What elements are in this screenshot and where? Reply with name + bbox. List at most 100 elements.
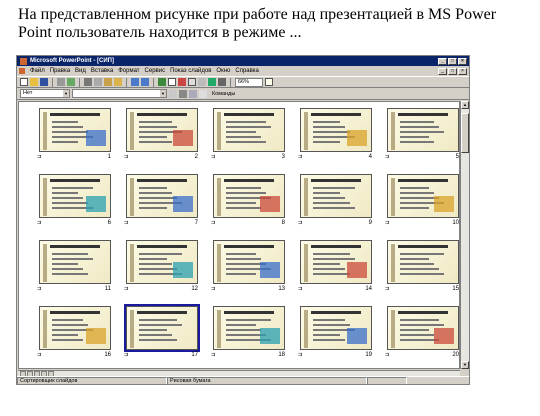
zoom-combo[interactable]: 66% bbox=[235, 77, 263, 87]
hyperlink-icon[interactable] bbox=[158, 78, 166, 86]
transition-icon: ⇉ bbox=[298, 154, 303, 160]
slide-number: 19 bbox=[365, 352, 372, 358]
save-icon[interactable] bbox=[40, 78, 48, 86]
print-icon[interactable] bbox=[57, 78, 65, 86]
menu-window[interactable]: Окно bbox=[216, 68, 230, 74]
doc-close-button[interactable]: × bbox=[458, 67, 467, 75]
slide-thumbnail[interactable] bbox=[39, 108, 111, 152]
transition-icon: ⇉ bbox=[298, 220, 303, 226]
maximize-button[interactable]: □ bbox=[448, 57, 457, 65]
transition-value: Нет bbox=[23, 90, 33, 96]
menu-insert[interactable]: Вставка bbox=[91, 68, 113, 74]
animation-dropdown[interactable]: ▼ bbox=[72, 89, 167, 98]
question-text: На представленном рисунке при работе над… bbox=[18, 6, 497, 41]
slide-thumbnail[interactable] bbox=[387, 240, 459, 284]
chart-icon[interactable] bbox=[178, 78, 186, 86]
transition-icon: ⇉ bbox=[211, 352, 216, 358]
new-icon[interactable] bbox=[20, 78, 28, 86]
slide-thumbnail[interactable] bbox=[39, 306, 111, 350]
slide-number: 18 bbox=[278, 352, 285, 358]
open-icon[interactable] bbox=[30, 78, 38, 86]
design-icon[interactable] bbox=[208, 78, 216, 86]
standard-toolbar: 66% bbox=[17, 76, 469, 88]
slide-number: 13 bbox=[278, 286, 285, 292]
chevron-down-icon: ▼ bbox=[63, 90, 69, 97]
slide-thumbnail[interactable] bbox=[39, 174, 111, 218]
notes-icon[interactable] bbox=[199, 89, 207, 98]
transition-icon: ⇉ bbox=[211, 286, 216, 292]
slide-thumbnail[interactable] bbox=[300, 306, 372, 350]
redo-icon[interactable] bbox=[141, 78, 149, 86]
slide-number: 12 bbox=[191, 286, 198, 292]
powerpoint-icon bbox=[20, 57, 27, 65]
undo-icon[interactable] bbox=[131, 78, 139, 86]
slide-thumbnail[interactable] bbox=[213, 174, 285, 218]
slide-thumbnail[interactable] bbox=[126, 174, 198, 218]
grayscale-icon[interactable] bbox=[218, 78, 226, 86]
transition-icon: ⇉ bbox=[385, 154, 390, 160]
transition-icon: ⇉ bbox=[124, 352, 129, 358]
copy-icon[interactable] bbox=[94, 78, 102, 86]
transition-icon: ⇉ bbox=[298, 286, 303, 292]
status-bar: Сортировщик слайдов Рисовая бумага bbox=[17, 376, 469, 384]
help-icon[interactable] bbox=[265, 78, 273, 86]
slide-thumbnail[interactable] bbox=[126, 108, 198, 152]
slide-number: 15 bbox=[452, 286, 459, 292]
slide-thumbnail[interactable] bbox=[387, 108, 459, 152]
document-icon[interactable] bbox=[19, 68, 25, 74]
slide-thumbnail[interactable] bbox=[126, 240, 198, 284]
menu-slideshow[interactable]: Показ слайдов bbox=[170, 68, 211, 74]
rehearse-timings-icon[interactable] bbox=[179, 89, 187, 98]
vertical-scrollbar[interactable]: ▲ ▼ bbox=[460, 101, 469, 369]
scroll-thumb[interactable] bbox=[461, 113, 469, 153]
slide-thumbnail[interactable] bbox=[300, 240, 372, 284]
slide-thumbnail[interactable] bbox=[213, 108, 285, 152]
layout-icon[interactable] bbox=[198, 78, 206, 86]
paste-icon[interactable] bbox=[104, 78, 112, 86]
cut-icon[interactable] bbox=[84, 78, 92, 86]
slide-sorter-toolbar: Нет ▼ ▼ Команды bbox=[17, 88, 469, 100]
slide-number: 3 bbox=[281, 154, 285, 160]
slide-thumbnail[interactable] bbox=[124, 304, 200, 352]
slide-thumbnail[interactable] bbox=[300, 108, 372, 152]
status-lang bbox=[367, 377, 407, 384]
slide-sorter-area[interactable]: ⇉ 1 ⇉ 2 ⇉ 3 ⇉ 4 ⇉ 5 ⇉ 6 ⇉ 7 ⇉ 8 ⇉ 9 ⇉ 10 ⇉ 11 ⇉ 12 ⇉ 13 ⇉ 14 ⇉ 15 ⇉ 16 ⇉… bbox=[18, 101, 460, 369]
slide-thumbnail[interactable] bbox=[300, 174, 372, 218]
transition-icon: ⇉ bbox=[37, 154, 42, 160]
format-painter-icon[interactable] bbox=[114, 78, 122, 86]
transition-icon: ⇉ bbox=[124, 154, 129, 160]
slide-thumbnail[interactable] bbox=[387, 174, 459, 218]
slide-thumbnail[interactable] bbox=[213, 240, 285, 284]
hide-slide-icon[interactable] bbox=[169, 89, 177, 98]
transition-dropdown[interactable]: Нет ▼ bbox=[20, 89, 70, 98]
scroll-up-icon[interactable]: ▲ bbox=[461, 101, 469, 109]
minimize-button[interactable]: _ bbox=[438, 57, 447, 65]
menu-view[interactable]: Вид bbox=[75, 68, 86, 74]
transition-icon: ⇉ bbox=[385, 220, 390, 226]
table-icon[interactable] bbox=[168, 78, 176, 86]
new-slide-icon[interactable] bbox=[188, 78, 196, 86]
summary-slide-icon[interactable] bbox=[189, 89, 197, 98]
slide-thumbnail[interactable] bbox=[213, 306, 285, 350]
slide-number: 16 bbox=[104, 352, 111, 358]
slide-number: 17 bbox=[191, 352, 198, 358]
menu-edit[interactable]: Правка bbox=[50, 68, 70, 74]
slide-thumbnail[interactable] bbox=[387, 306, 459, 350]
slide-thumbnail[interactable] bbox=[39, 240, 111, 284]
transition-icon: ⇉ bbox=[124, 220, 129, 226]
menu-file[interactable]: Файл bbox=[30, 68, 45, 74]
menu-tools[interactable]: Сервис bbox=[145, 68, 166, 74]
spelling-icon[interactable] bbox=[67, 78, 75, 86]
scroll-down-icon[interactable]: ▼ bbox=[461, 361, 469, 369]
doc-restore-button[interactable]: □ bbox=[448, 67, 457, 75]
menu-format[interactable]: Формат bbox=[118, 68, 139, 74]
menu-help[interactable]: Справка bbox=[235, 68, 259, 74]
commands-label[interactable]: Команды bbox=[212, 91, 235, 97]
close-button[interactable]: × bbox=[458, 57, 467, 65]
transition-icon: ⇉ bbox=[37, 220, 42, 226]
slide-number: 14 bbox=[365, 286, 372, 292]
doc-minimize-button[interactable]: _ bbox=[438, 67, 447, 75]
window-title: Microsoft PowerPoint - [СИП] bbox=[30, 58, 114, 64]
transition-icon: ⇉ bbox=[211, 154, 216, 160]
transition-icon: ⇉ bbox=[211, 220, 216, 226]
